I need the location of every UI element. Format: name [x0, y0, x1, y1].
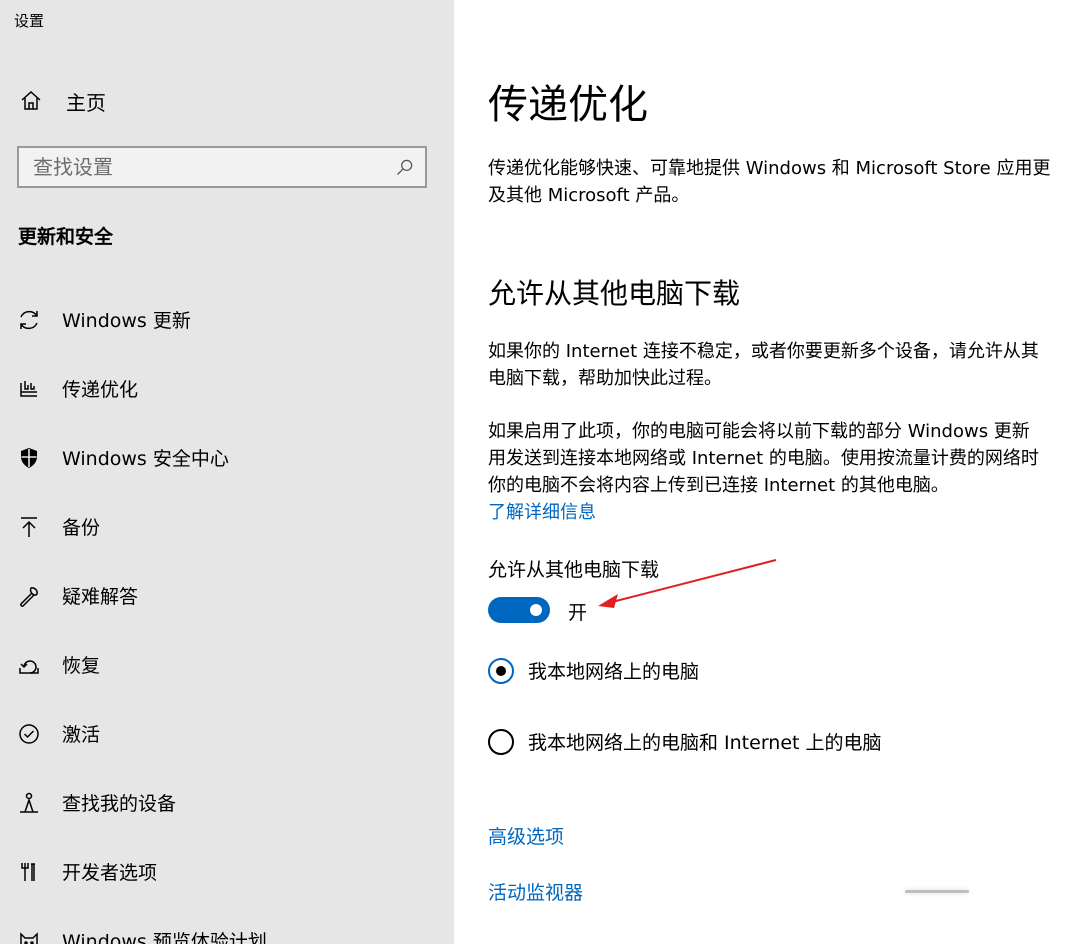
sidebar-item-label: 开发者选项 — [62, 862, 158, 884]
sidebar-item-label: 传递优化 — [62, 379, 139, 401]
sidebar-item-activation[interactable]: 激活 — [0, 699, 454, 768]
learn-more-link[interactable]: 了解详细信息 — [488, 499, 596, 526]
description-para2-line2: 用发送到连接本地网络或 Internet 的电脑。使用按流量计费的网络时 — [488, 448, 1039, 469]
intro-text-line1: 传递优化能够快速、可靠地提供 Windows 和 Microsoft Store… — [488, 158, 1051, 179]
sidebar-item-label: 疑难解答 — [62, 586, 139, 608]
advanced-options-link[interactable]: 高级选项 — [488, 822, 564, 849]
radio-local-network[interactable]: 我本地网络上的电脑 — [488, 657, 699, 684]
sidebar-item-recovery[interactable]: 恢复 — [0, 630, 454, 699]
person-location-icon — [16, 790, 42, 816]
sidebar-item-delivery-optimization[interactable]: 传递优化 — [0, 354, 454, 423]
search-input[interactable] — [19, 154, 385, 180]
window-title: 设置 — [14, 12, 45, 30]
sidebar-home-label: 主页 — [66, 90, 106, 115]
insider-cat-icon — [16, 928, 42, 944]
sidebar-item-windows-security[interactable]: Windows 安全中心 — [0, 423, 454, 492]
sidebar-item-windows-insider[interactable]: Windows 预览体验计划 — [0, 906, 454, 944]
sidebar-item-label: Windows 安全中心 — [62, 448, 229, 470]
delivery-optimization-icon — [16, 376, 42, 402]
radio-local-and-internet-label: 我本地网络上的电脑和 Internet 上的电脑 — [528, 732, 882, 754]
description-para1-line1: 如果你的 Internet 连接不稳定，或者你要更新多个设备，请允许从其 — [488, 341, 1039, 362]
sidebar-item-label: Windows 更新 — [62, 310, 191, 332]
allow-downloads-toggle[interactable] — [488, 597, 550, 623]
backup-arrow-icon — [16, 514, 42, 540]
recovery-icon — [16, 652, 42, 678]
activity-monitor-link[interactable]: 活动监视器 — [488, 878, 583, 905]
developer-tools-icon — [16, 859, 42, 885]
sidebar-item-label: 激活 — [62, 724, 101, 746]
radio-local-and-internet[interactable]: 我本地网络上的电脑和 Internet 上的电脑 — [488, 728, 882, 755]
sidebar-item-troubleshoot[interactable]: 疑难解答 — [0, 561, 454, 630]
sidebar-item-windows-update[interactable]: Windows 更新 — [0, 285, 454, 354]
check-circle-icon — [16, 721, 42, 747]
radio-button-unchecked[interactable] — [488, 728, 514, 755]
annotation-arrow-icon — [598, 559, 777, 608]
sidebar-item-find-my-device[interactable]: 查找我的设备 — [0, 768, 454, 837]
toggle-state-label: 开 — [568, 602, 588, 624]
description-para2-line1: 如果启用了此项，你的电脑可能会将以前下载的部分 Windows 更新 — [488, 421, 1030, 442]
intro-text-line2: 及其他 Microsoft 产品。 — [488, 185, 690, 206]
description-para2-line3: 你的电脑不会将内容上传到已连接 Internet 的其他电脑。 — [488, 475, 949, 496]
sidebar-item-developer-options[interactable]: 开发者选项 — [0, 837, 454, 906]
page-title: 传递优化 — [488, 82, 648, 128]
sidebar-nav: Windows 更新 传递优化 Windows 安全中心 备份 疑难解答 恢复 … — [0, 285, 454, 944]
sidebar-item-label: 恢复 — [62, 655, 101, 677]
radio-local-network-label: 我本地网络上的电脑 — [528, 661, 700, 683]
description-para1-line2: 电脑下载，帮助加快此过程。 — [488, 368, 722, 389]
sidebar: 设置 主页 更新和安全 Windows 更新 传递优化 — [0, 0, 454, 944]
home-icon — [18, 88, 44, 114]
toggle-knob — [530, 604, 542, 616]
wrench-icon — [16, 583, 42, 609]
sidebar-item-backup[interactable]: 备份 — [0, 492, 454, 561]
sync-icon — [16, 307, 42, 333]
sidebar-item-label: Windows 预览体验计划 — [62, 931, 267, 944]
shield-icon — [16, 445, 42, 471]
scrollbar-thumb[interactable] — [900, 880, 974, 902]
sidebar-home[interactable]: 主页 — [18, 86, 106, 116]
section-title: 更新和安全 — [18, 226, 114, 248]
sidebar-item-label: 备份 — [62, 517, 101, 539]
radio-button-checked[interactable] — [488, 657, 514, 684]
section-heading: 允许从其他电脑下载 — [488, 277, 741, 310]
sidebar-item-label: 查找我的设备 — [62, 793, 177, 815]
search-icon[interactable] — [385, 157, 425, 177]
search-box[interactable] — [17, 146, 427, 188]
main-content: 传递优化 传递优化能够快速、可靠地提供 Windows 和 Microsoft … — [488, 0, 1080, 944]
